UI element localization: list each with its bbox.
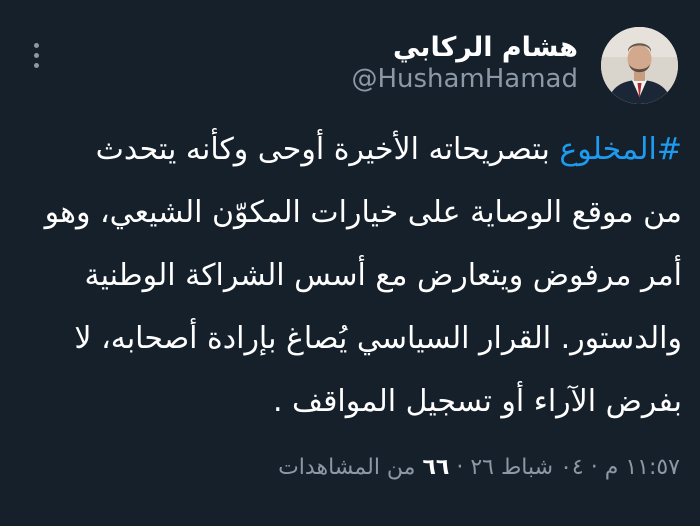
timestamp[interactable]: ١١:٥٧ م · ٠٤ شباط ٢٦ · xyxy=(456,455,680,480)
avatar[interactable] xyxy=(601,27,678,104)
person-portrait-icon xyxy=(601,27,678,104)
tweet-line: والدستور. القرار السياسي يُصاغ بإرادة أص… xyxy=(74,321,682,356)
tweet-meta: ١١:٥٧ م · ٠٤ شباط ٢٦ · ٦٦ من المشاهدات xyxy=(278,455,680,480)
tweet-line: بفرض الآراء أو تسجيل المواقف . xyxy=(272,384,682,419)
more-dots-icon xyxy=(33,43,39,48)
tweet-text: #المخلوع بتصريحاته الأخيرة أوحى وكأنه يت… xyxy=(22,118,682,433)
tweet-line: #المخلوع بتصريحاته الأخيرة أوحى وكأنه يت… xyxy=(22,118,682,181)
tweet-line-text: بتصريحاته الأخيرة أوحى وكأنه يتحدث xyxy=(95,132,560,167)
more-options-button[interactable] xyxy=(26,43,46,73)
display-name[interactable]: هشام الركابي xyxy=(393,32,578,63)
tweet-line: أمر مرفوض ويتعارض مع أسس الشراكة الوطنية xyxy=(84,258,682,293)
hashtag-link[interactable]: #المخلوع xyxy=(559,132,682,167)
views-count: ٦٦ xyxy=(422,455,450,480)
tweet-line: من موقع الوصاية على خيارات المكوّن الشيع… xyxy=(44,195,682,230)
more-dots-icon xyxy=(33,53,39,58)
more-dots-icon xyxy=(33,63,39,68)
tweet-card: هشام الركابي @HushamHamad #المخلوع بتصري… xyxy=(0,0,700,526)
user-handle[interactable]: @HushamHamad xyxy=(351,64,578,94)
views-label: من المشاهدات xyxy=(278,455,416,480)
